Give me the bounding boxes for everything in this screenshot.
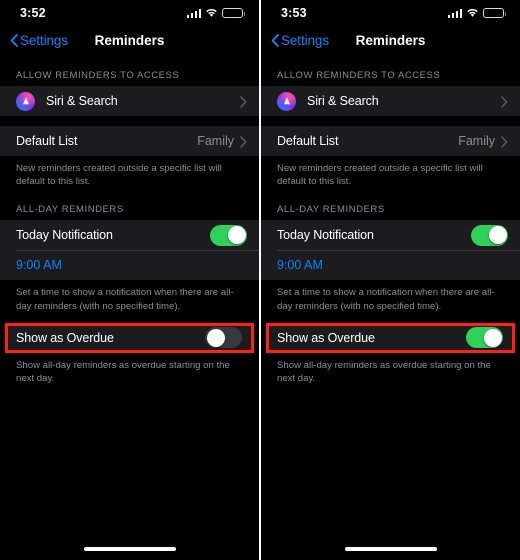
- status-clock: 3:52: [20, 6, 46, 20]
- phone-screen-before: 3:52 Settings Reminders ALLOW REMINDERS …: [0, 0, 259, 560]
- section-header-allow-access: ALLOW REMINDERS TO ACCESS: [277, 70, 441, 81]
- today-notification-toggle[interactable]: [210, 224, 247, 246]
- status-bar: 3:52: [0, 0, 259, 26]
- chevron-right-icon: [501, 135, 508, 148]
- show-as-overdue-row[interactable]: Show as Overdue: [5, 322, 254, 353]
- today-notification-label: Today Notification: [277, 228, 374, 243]
- siri-and-search-label: Siri & Search: [46, 94, 118, 108]
- show-as-overdue-row[interactable]: Show as Overdue: [266, 322, 515, 353]
- overdue-group: Show as Overdue: [5, 322, 254, 353]
- chevron-right-icon: [240, 95, 247, 108]
- chevron-left-icon: [271, 33, 279, 47]
- show-as-overdue-highlight-wrap: Show as Overdue: [266, 322, 515, 353]
- siri-icon: [277, 91, 296, 111]
- default-list-value: Family: [458, 134, 495, 148]
- allday-footer: Set a time to show a notification when t…: [16, 287, 234, 312]
- navigation-bar: Settings Reminders: [261, 26, 520, 54]
- allday-group: Today Notification 9:00 AM: [0, 220, 259, 281]
- access-group: Siri & Search: [0, 86, 259, 116]
- status-clock: 3:53: [281, 6, 307, 20]
- phone-screen-after: 3:53 Settings Reminders ALLOW REMINDERS …: [261, 0, 520, 560]
- chevron-right-icon: [240, 135, 247, 148]
- back-to-settings-button[interactable]: Settings: [271, 33, 329, 48]
- today-notification-row[interactable]: Today Notification: [261, 220, 520, 251]
- status-bar: 3:53: [261, 0, 520, 26]
- section-header-allday-reminders: ALL-DAY REMINDERS: [277, 204, 385, 216]
- chevron-right-icon: [501, 95, 508, 108]
- siri-icon: [16, 91, 35, 111]
- show-as-overdue-highlight-wrap: Show as Overdue: [5, 322, 254, 353]
- show-as-overdue-toggle[interactable]: [466, 327, 503, 349]
- overdue-group: Show as Overdue: [266, 322, 515, 353]
- default-list-label: Default List: [16, 134, 78, 148]
- cellular-signal-icon: [447, 8, 462, 18]
- today-notification-row[interactable]: Today Notification: [0, 220, 259, 251]
- allday-group: Today Notification 9:00 AM: [261, 220, 520, 281]
- notification-time-row[interactable]: 9:00 AM: [261, 250, 520, 281]
- default-list-value: Family: [197, 134, 234, 148]
- show-as-overdue-label: Show as Overdue: [16, 330, 114, 345]
- status-indicators: [447, 8, 506, 18]
- allday-footer: Set a time to show a notification when t…: [277, 287, 495, 312]
- wifi-icon: [205, 8, 218, 18]
- default-list-group: Default List Family: [0, 126, 259, 156]
- section-header-allow-access: ALLOW REMINDERS TO ACCESS: [16, 70, 180, 81]
- show-as-overdue-toggle[interactable]: [205, 327, 242, 349]
- today-notification-toggle[interactable]: [471, 224, 508, 246]
- section-header-allday-reminders: ALL-DAY REMINDERS: [16, 204, 124, 216]
- battery-low-power-icon: [483, 8, 506, 18]
- overdue-footer: Show all-day reminders as overdue starti…: [16, 359, 230, 385]
- notification-time-value: 9:00 AM: [16, 258, 62, 273]
- settings-list: ALLOW REMINDERS TO ACCESS Siri & Search …: [261, 54, 520, 385]
- navigation-bar: Settings Reminders: [0, 26, 259, 54]
- default-list-group: Default List Family: [261, 126, 520, 156]
- chevron-left-icon: [10, 33, 18, 47]
- siri-and-search-label: Siri & Search: [307, 94, 379, 108]
- notification-time-value: 9:00 AM: [277, 258, 323, 273]
- side-by-side-comparison: 3:52 Settings Reminders ALLOW REMINDERS …: [0, 0, 520, 560]
- access-group: Siri & Search: [261, 86, 520, 116]
- home-indicator[interactable]: [344, 547, 437, 551]
- status-indicators: [186, 8, 245, 18]
- today-notification-label: Today Notification: [16, 228, 113, 243]
- back-button-label: Settings: [20, 32, 68, 48]
- show-as-overdue-label: Show as Overdue: [277, 330, 375, 345]
- home-indicator[interactable]: [83, 547, 176, 551]
- sidebar-item-siri-and-search[interactable]: Siri & Search: [0, 86, 259, 116]
- default-list-footer: New reminders created outside a specific…: [277, 163, 483, 188]
- wifi-icon: [466, 8, 479, 18]
- cellular-signal-icon: [186, 8, 201, 18]
- back-button-label: Settings: [281, 32, 329, 48]
- overdue-footer: Show all-day reminders as overdue starti…: [277, 359, 491, 385]
- battery-low-power-icon: [222, 8, 245, 18]
- default-list-row[interactable]: Default List Family: [261, 126, 520, 156]
- settings-list: ALLOW REMINDERS TO ACCESS Siri & Search …: [0, 54, 259, 385]
- sidebar-item-siri-and-search[interactable]: Siri & Search: [261, 86, 520, 116]
- default-list-row[interactable]: Default List Family: [0, 126, 259, 156]
- notification-time-row[interactable]: 9:00 AM: [0, 250, 259, 281]
- default-list-footer: New reminders created outside a specific…: [16, 163, 222, 188]
- back-to-settings-button[interactable]: Settings: [10, 33, 68, 48]
- default-list-label: Default List: [277, 134, 339, 148]
